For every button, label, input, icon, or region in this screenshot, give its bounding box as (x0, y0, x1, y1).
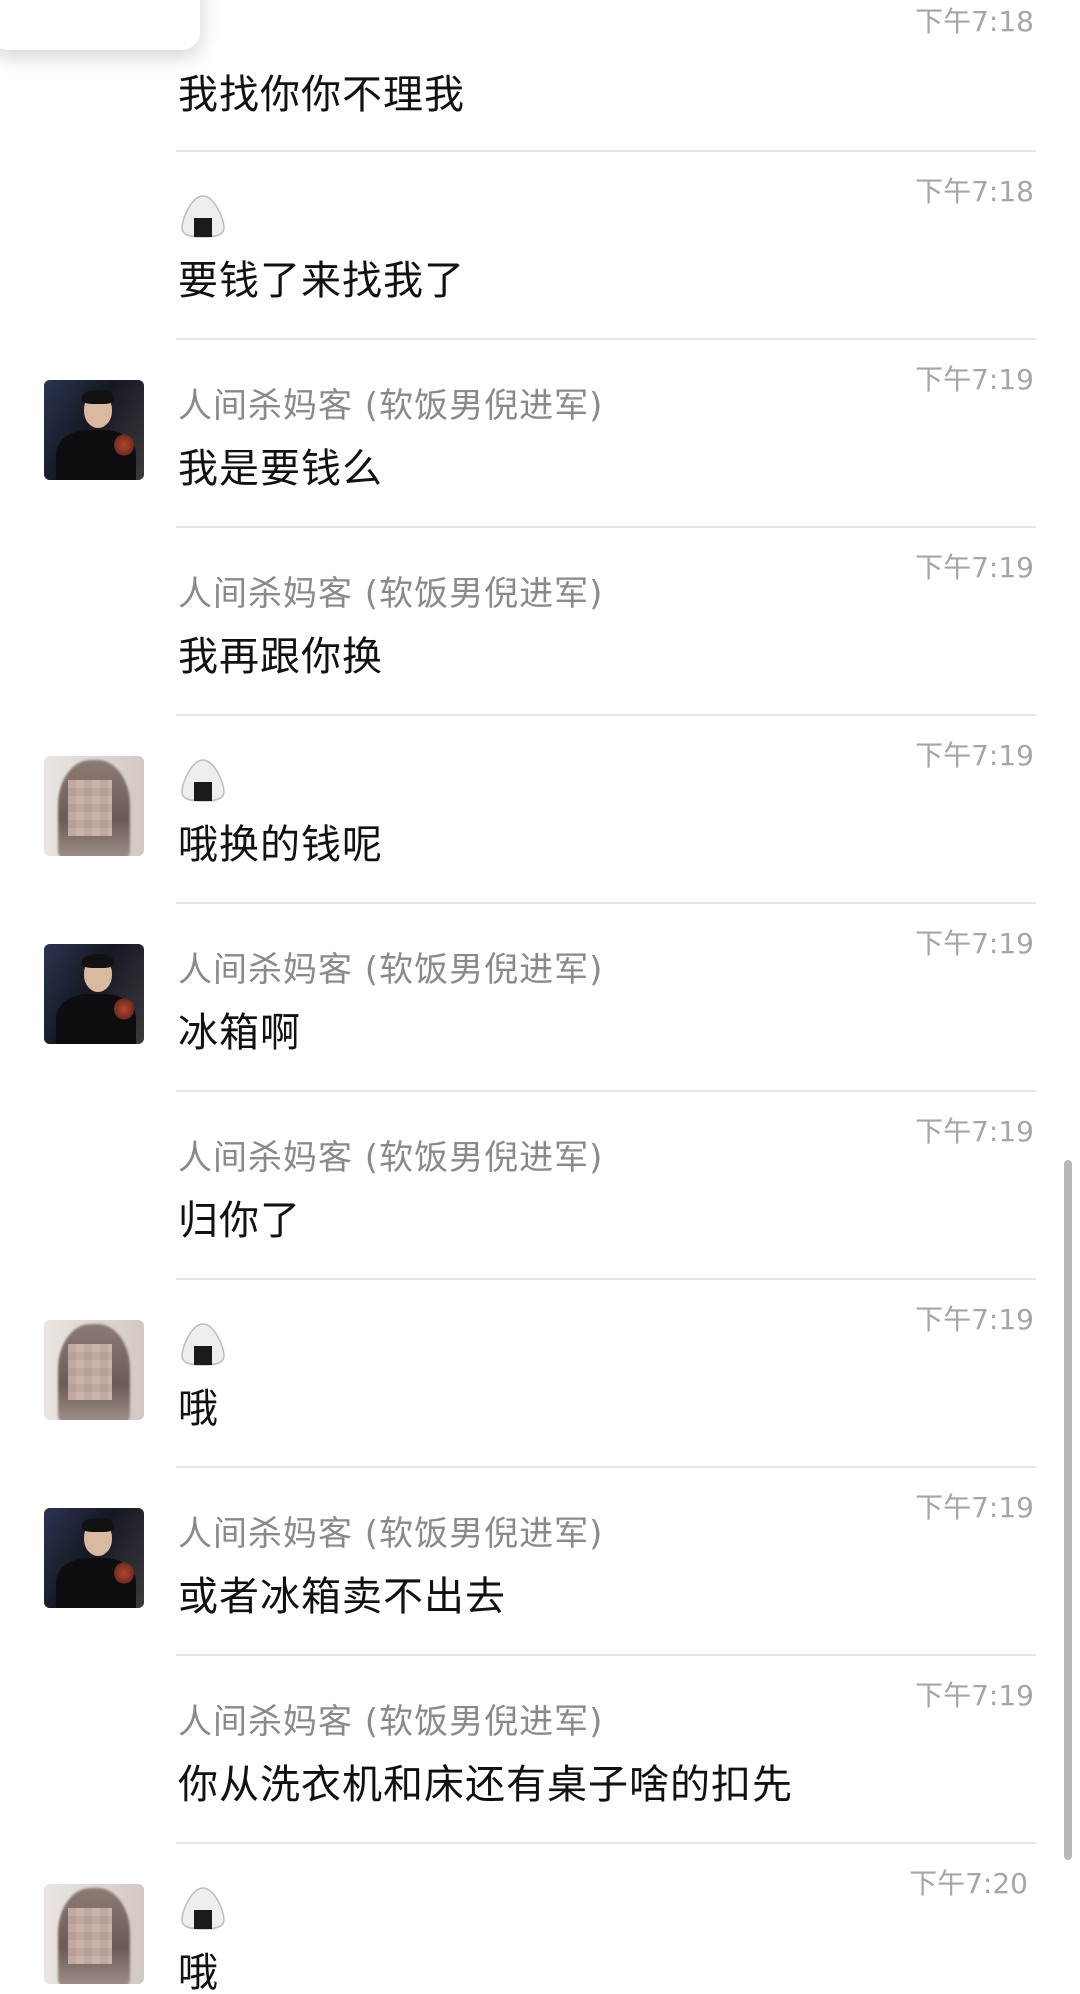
message-time: 下午7:19 (915, 1115, 1034, 1148)
message-text: 哦 (178, 1950, 219, 1994)
message-row[interactable]: 下午7:19 哦换的钱呢 (0, 716, 1080, 904)
floating-popup-card[interactable] (0, 0, 200, 50)
message-list[interactable]: 下午7:18 我找你你不理我 下午7:18 要钱了来找我了 人间杀妈客 (软饭男… (0, 0, 1080, 1994)
sender-name: 人间杀妈客 (软饭男倪进军) (178, 1514, 604, 1554)
message-text: 要钱了来找我了 (178, 258, 465, 304)
message-time: 下午7:19 (915, 363, 1034, 396)
message-text: 我再跟你换 (178, 634, 383, 680)
onigiri-icon (181, 1323, 225, 1366)
message-text: 我是要钱么 (178, 446, 383, 492)
sender-name: 人间杀妈客 (软饭男倪进军) (178, 1702, 604, 1742)
message-time: 下午7:18 (915, 175, 1034, 208)
message-row[interactable]: 人间杀妈客 (软饭男倪进军) 下午7:19 归你了 (0, 1092, 1080, 1280)
avatar[interactable] (44, 756, 144, 856)
message-row[interactable]: 人间杀妈客 (软饭男倪进军) 下午7:19 你从洗衣机和床还有桌子啥的扣先 (0, 1656, 1080, 1844)
scrollbar[interactable] (1064, 1160, 1072, 1860)
message-time: 下午7:19 (915, 551, 1034, 584)
message-row[interactable]: 下午7:19 哦 (0, 1280, 1080, 1468)
message-time: 下午7:19 (915, 927, 1034, 960)
message-row[interactable]: 人间杀妈客 (软饭男倪进军) 下午7:19 冰箱啊 (0, 904, 1080, 1092)
sender-name: 人间杀妈客 (软饭男倪进军) (178, 950, 604, 990)
sender-name: 人间杀妈客 (软饭男倪进军) (178, 574, 604, 614)
avatar[interactable] (44, 1508, 144, 1608)
message-time: 下午7:19 (915, 739, 1034, 772)
message-row[interactable]: 人间杀妈客 (软饭男倪进军) 下午7:19 或者冰箱卖不出去 (0, 1468, 1080, 1656)
chat-history-page: 下午7:18 我找你你不理我 下午7:18 要钱了来找我了 人间杀妈客 (软饭男… (0, 0, 1080, 1994)
onigiri-icon (181, 1887, 225, 1930)
message-time: 下午7:18 (915, 5, 1034, 38)
avatar[interactable] (44, 380, 144, 480)
sender-name: 人间杀妈客 (软饭男倪进军) (178, 386, 604, 426)
message-text: 归你了 (178, 1198, 301, 1244)
message-time: 下午7:20 (909, 1867, 1028, 1900)
message-row[interactable]: 下午7:20 哦 (0, 1844, 1080, 1994)
message-row[interactable]: 人间杀妈客 (软饭男倪进军) 下午7:19 我是要钱么 (0, 340, 1080, 528)
message-text: 我找你你不理我 (178, 72, 465, 118)
sender-name: 人间杀妈客 (软饭男倪进军) (178, 1138, 604, 1178)
message-time: 下午7:19 (915, 1679, 1034, 1712)
onigiri-icon (181, 195, 225, 238)
message-text: 或者冰箱卖不出去 (178, 1574, 506, 1620)
avatar[interactable] (44, 1320, 144, 1420)
onigiri-icon (181, 759, 225, 802)
avatar[interactable] (44, 1884, 144, 1984)
message-text: 你从洗衣机和床还有桌子啥的扣先 (178, 1762, 793, 1808)
message-row[interactable]: 下午7:18 要钱了来找我了 (0, 152, 1080, 340)
message-text: 冰箱啊 (178, 1010, 301, 1056)
message-text: 哦 (178, 1386, 219, 1432)
avatar[interactable] (44, 944, 144, 1044)
message-time: 下午7:19 (915, 1303, 1034, 1336)
message-time: 下午7:19 (915, 1491, 1034, 1524)
message-row[interactable]: 人间杀妈客 (软饭男倪进军) 下午7:19 我再跟你换 (0, 528, 1080, 716)
message-text: 哦换的钱呢 (178, 822, 383, 868)
